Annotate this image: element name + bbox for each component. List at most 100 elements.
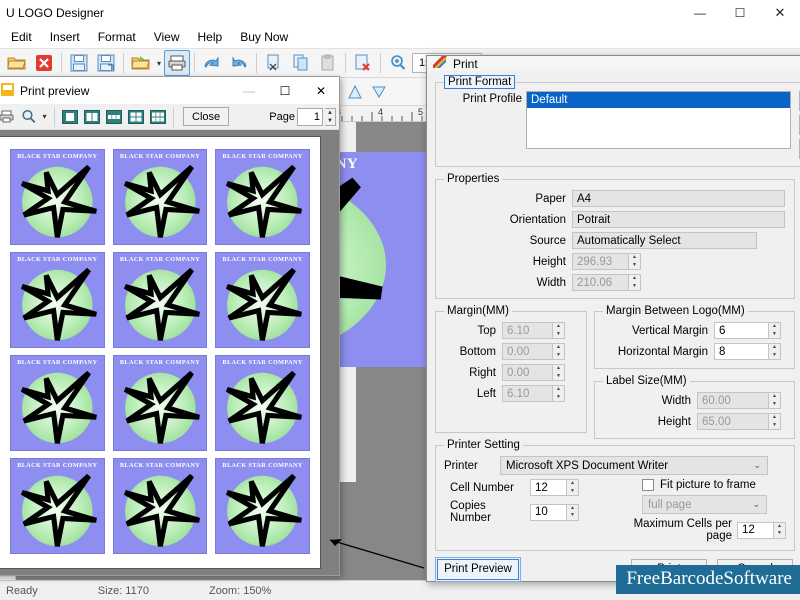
spin-down-icon[interactable]: ▼ [553,373,564,381]
label-height-spinner[interactable]: 65.00 ▲ ▼ [697,413,781,430]
list-item-default[interactable]: Default [527,92,790,108]
label-width-spinner[interactable]: 60.00 ▲ ▼ [697,392,781,409]
cell-number-spinner[interactable]: 12 ▲ ▼ [530,479,579,496]
margin-top-spin-buttons[interactable]: ▲ ▼ [552,322,565,339]
spin-down-icon[interactable]: ▼ [567,488,578,496]
vertical-margin-spinner[interactable]: 6 ▲ ▼ [714,322,781,339]
spin-down-icon[interactable]: ▼ [769,352,780,360]
spin-down-icon[interactable]: ▼ [553,394,564,402]
margin-bottom-spin-buttons[interactable]: ▲ ▼ [552,343,565,360]
three-page-view-icon[interactable] [104,107,124,127]
spin-down-icon[interactable]: ▼ [629,262,640,270]
one-page-view-icon[interactable] [60,107,80,127]
source-field[interactable]: Automatically Select [572,232,757,249]
arrow-icon[interactable] [368,81,390,103]
delete-icon[interactable] [31,50,57,76]
horizontal-margin-spin-buttons[interactable]: ▲ ▼ [768,343,781,360]
open-template-icon[interactable] [128,50,154,76]
spin-down-icon[interactable]: ▼ [325,117,335,125]
menu-item-edit[interactable]: Edit [2,28,41,46]
spin-up-icon[interactable]: ▲ [553,344,564,352]
chevron-down-icon[interactable]: ▾ [40,112,49,121]
vertical-margin-spin-buttons[interactable]: ▲ ▼ [768,322,781,339]
margin-right-spin-buttons[interactable]: ▲ ▼ [552,364,565,381]
print-profile-listbox[interactable]: Default [526,91,791,149]
menu-item-buy-now[interactable]: Buy Now [231,28,297,46]
max-cells-spin-buttons[interactable]: ▲ ▼ [773,521,786,539]
spin-down-icon[interactable]: ▼ [769,401,780,409]
printer-combobox[interactable]: Microsoft XPS Document Writer ⌄ [500,456,768,475]
cell-number-spin-buttons[interactable]: ▲ ▼ [566,479,579,496]
spin-up-icon[interactable]: ▲ [325,109,335,117]
height-field[interactable]: 296.93 [572,253,628,270]
horizontal-margin-spinner[interactable]: 8 ▲ ▼ [714,343,781,360]
spin-down-icon[interactable]: ▼ [629,283,640,291]
preview-page[interactable]: BLACK STAR COMPANY BLACK STAR COMPANY BLAC… [0,136,321,569]
width-spinner[interactable]: 210.06 ▲ ▼ [572,274,641,291]
spin-up-icon[interactable]: ▲ [567,480,578,488]
close-icon[interactable]: ✕ [760,0,800,26]
menu-item-help[interactable]: Help [189,28,232,46]
paper-field[interactable]: A4 [572,190,785,207]
print-icon[interactable] [164,50,190,76]
margin-top-field[interactable]: 6.10 [502,322,552,339]
spin-up-icon[interactable]: ▲ [769,414,780,422]
margin-bottom-field[interactable]: 0.00 [502,343,552,360]
copies-number-spin-buttons[interactable]: ▲ ▼ [566,503,579,521]
spin-up-icon[interactable]: ▲ [769,344,780,352]
page-number-input[interactable]: 1 [297,107,323,126]
spin-down-icon[interactable]: ▼ [774,530,785,538]
menu-item-format[interactable]: Format [89,28,145,46]
six-page-view-icon[interactable] [148,107,168,127]
width-field[interactable]: 210.06 [572,274,628,291]
chevron-down-icon[interactable]: ▾ [155,59,163,68]
fit-picture-row[interactable]: Fit picture to frame [612,479,786,491]
redo-icon[interactable] [226,50,252,76]
width-spin-buttons[interactable]: ▲ ▼ [628,274,641,291]
copies-number-spinner[interactable]: 10 ▲ ▼ [530,503,579,521]
spin-down-icon[interactable]: ▼ [567,512,578,520]
menu-item-insert[interactable]: Insert [41,28,89,46]
two-page-view-icon[interactable] [82,107,102,127]
height-spinner[interactable]: 296.93 ▲ ▼ [572,253,641,270]
spin-down-icon[interactable]: ▼ [769,422,780,430]
maximize-icon[interactable]: ☐ [720,0,760,26]
menu-item-view[interactable]: View [145,28,189,46]
remove-page-icon[interactable] [350,50,376,76]
chevron-down-icon[interactable]: ⌄ [753,460,761,471]
label-width-spin-buttons[interactable]: ▲ ▼ [768,392,781,409]
margin-left-field[interactable]: 6.10 [502,385,552,402]
print-button-icon[interactable] [0,107,16,127]
spin-down-icon[interactable]: ▼ [553,331,564,339]
max-cells-field[interactable]: 12 [737,521,773,539]
copies-number-field[interactable]: 10 [530,503,566,521]
maximize-icon[interactable]: ☐ [267,77,303,104]
spin-up-icon[interactable]: ▲ [629,254,640,262]
close-preview-button[interactable]: Close [183,107,230,126]
save-as-icon[interactable] [93,50,119,76]
minimize-icon[interactable]: — [231,77,267,104]
spin-up-icon[interactable]: ▲ [553,386,564,394]
height-spin-buttons[interactable]: ▲ ▼ [628,253,641,270]
margin-bottom-spinner[interactable]: 0.00 ▲ ▼ [502,343,565,360]
save-icon[interactable] [66,50,92,76]
vertical-margin-field[interactable]: 6 [714,322,768,339]
cell-number-field[interactable]: 12 [530,479,566,496]
horizontal-margin-field[interactable]: 8 [714,343,768,360]
triangle-icon[interactable] [344,81,366,103]
spin-down-icon[interactable]: ▼ [553,352,564,360]
label-width-field[interactable]: 60.00 [697,392,768,409]
label-height-spin-buttons[interactable]: ▲ ▼ [768,413,781,430]
page-number-spinner[interactable]: ▲ ▼ [325,107,336,126]
margin-left-spinner[interactable]: 6.10 ▲ ▼ [502,385,565,402]
orientation-field[interactable]: Potrait [572,211,785,228]
fit-picture-checkbox[interactable] [642,479,654,491]
print-preview-button[interactable]: Print Preview [435,556,521,582]
cut-icon[interactable] [261,50,287,76]
undo-icon[interactable] [199,50,225,76]
spin-down-icon[interactable]: ▼ [769,331,780,339]
open-icon[interactable] [4,50,30,76]
label-height-field[interactable]: 65.00 [697,413,768,430]
close-icon[interactable]: ✕ [303,77,339,104]
print-format-legend[interactable]: Print Format [444,75,516,89]
